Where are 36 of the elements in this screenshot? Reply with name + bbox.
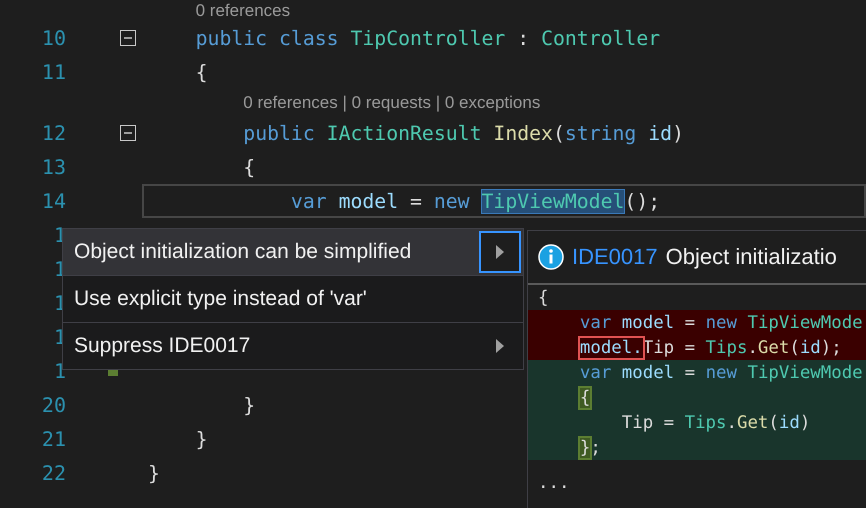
code-line: }; [578, 438, 601, 458]
code-line: { [242, 156, 256, 178]
codelens-text[interactable]: 0 references [196, 0, 290, 20]
line-number: 11 [40, 60, 66, 84]
preview-title: Object initializatio [666, 244, 837, 270]
line-number: 21 [40, 427, 66, 451]
menu-item[interactable]: Suppress IDE0017 [63, 322, 523, 369]
line-number: 13 [40, 155, 66, 179]
collapse-icon[interactable] [120, 125, 136, 141]
line-number: 22 [40, 461, 66, 485]
collapse-icon[interactable] [120, 30, 136, 46]
code-line: var model = new TipViewModel(); [290, 190, 660, 212]
info-icon [538, 244, 564, 270]
code-line: var model = new TipViewMode [578, 362, 863, 382]
line-number: 12 [40, 121, 66, 145]
code-line: { [538, 288, 548, 308]
code-line: var model = new TipViewMode [578, 312, 863, 332]
line-number: 14 [40, 189, 66, 213]
code-line: model.Tip = Tips.Get(id); [578, 338, 842, 358]
code-line: } [242, 394, 256, 416]
menu-item[interactable]: Use explicit type instead of 'var' [63, 275, 523, 322]
code-line: Tip = Tips.Get(id) [620, 412, 810, 432]
submenu-arrow-icon[interactable] [496, 339, 504, 353]
line-number: 10 [40, 26, 66, 50]
line-number: 20 [40, 393, 66, 417]
code-line: { [194, 60, 208, 84]
menu-item[interactable]: Object initialization can be simplified [63, 229, 523, 275]
code-line: } [148, 462, 160, 484]
submenu-arrow-icon[interactable] [496, 245, 504, 259]
code-line: public IActionResult Index(string id) [242, 122, 684, 144]
code-line: public class TipController : Controller [194, 26, 660, 50]
code-line: } [194, 428, 208, 450]
codelens-text[interactable]: 0 references | 0 requests | 0 exceptions [243, 92, 540, 112]
diagnostic-code[interactable]: IDE0017 [572, 244, 658, 270]
code-line: ... [538, 472, 570, 492]
line-number: 1 [52, 359, 66, 383]
